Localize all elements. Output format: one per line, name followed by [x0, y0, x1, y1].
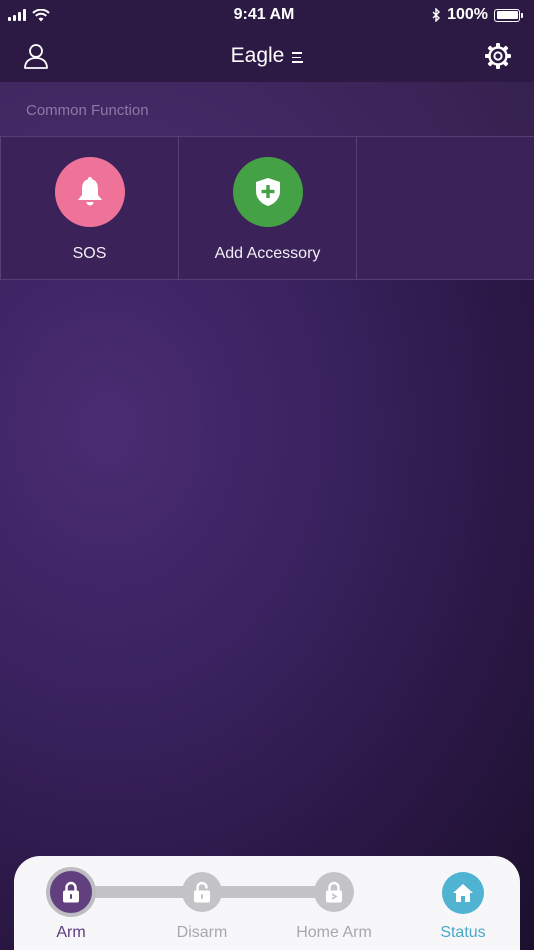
sos-label: SOS — [72, 245, 107, 262]
user-icon[interactable] — [22, 42, 50, 70]
empty-tile — [356, 137, 534, 279]
sos-button[interactable] — [54, 157, 125, 227]
sos-tile[interactable]: SOS — [0, 137, 178, 279]
home-selector[interactable]: Eagle — [231, 44, 304, 68]
signal-icon — [8, 9, 26, 21]
bluetooth-icon — [432, 8, 441, 22]
home-lock-icon — [326, 881, 342, 903]
page-title: Eagle — [230, 44, 285, 67]
disarm-mode[interactable]: Disarm — [152, 872, 252, 942]
arm-label: Arm — [56, 924, 86, 941]
status-knob[interactable] — [442, 872, 484, 914]
arm-mode[interactable]: Arm — [21, 867, 121, 942]
gear-icon[interactable] — [484, 42, 512, 70]
arm-knob[interactable] — [46, 867, 96, 917]
arming-panel: Arm Disarm Home Arm Status — [14, 856, 520, 950]
status-bar-right: 100% — [400, 6, 523, 24]
status-label: Status — [440, 924, 486, 941]
lock-icon — [63, 881, 79, 903]
nav-bar: Eagle — [0, 30, 534, 82]
status-button[interactable]: Status — [413, 872, 513, 942]
home-arm-label: Home Arm — [296, 924, 372, 941]
home-arm-mode[interactable]: Home Arm — [284, 872, 384, 942]
status-bar-left — [8, 8, 128, 22]
add-accessory-tile[interactable]: Add Accessory — [178, 137, 356, 279]
disarm-knob[interactable] — [182, 872, 222, 912]
bell-icon — [77, 177, 102, 206]
menu-icon — [292, 52, 304, 63]
unlock-icon — [194, 881, 210, 903]
disarm-label: Disarm — [176, 924, 228, 941]
function-grid: SOS Add Accessory — [0, 136, 534, 280]
add-accessory-label: Add Accessory — [214, 245, 321, 262]
battery-icon — [494, 8, 523, 22]
wifi-icon — [32, 8, 50, 21]
home-arm-knob[interactable] — [314, 872, 354, 912]
section-header: Common Function — [0, 82, 534, 136]
shield-plus-icon — [255, 178, 280, 206]
add-accessory-button[interactable] — [232, 157, 303, 227]
home-icon — [453, 884, 473, 902]
status-time: 9:41 AM — [233, 6, 295, 23]
status-bar: 9:41 AM 100% — [0, 0, 534, 30]
battery-percent: 100% — [447, 6, 488, 23]
